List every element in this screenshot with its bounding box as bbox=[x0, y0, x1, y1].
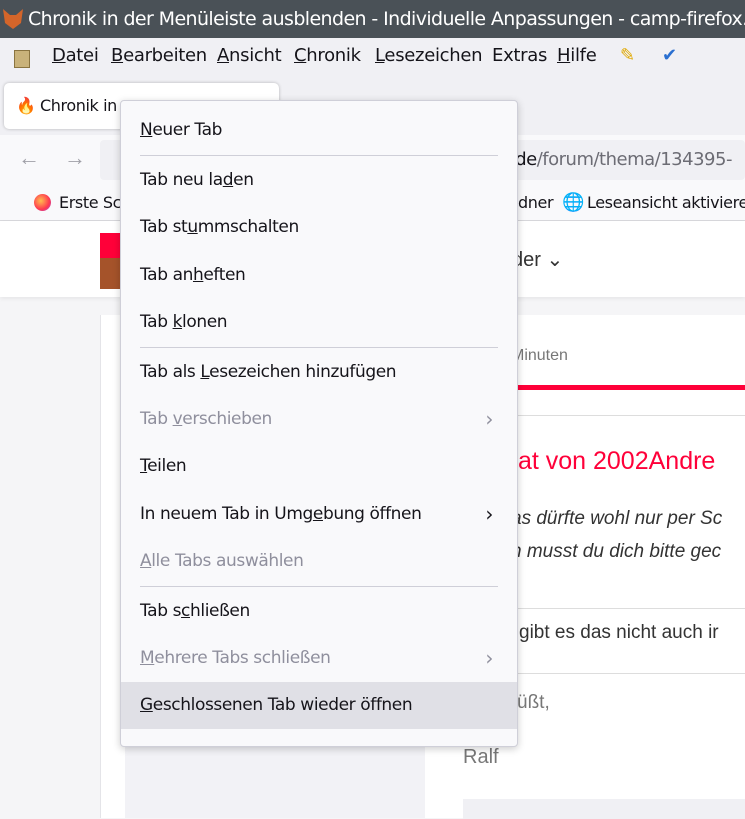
quote-title: tat von 2002Andre bbox=[511, 447, 716, 475]
globe-icon: 🌐 bbox=[562, 192, 585, 213]
menu-bar: Datei Bearbeiten Ansicht Chronik Lesezei… bbox=[0, 38, 745, 75]
menu-item-tab-anheften[interactable]: Tab anheften bbox=[121, 252, 517, 299]
bookmark-folder[interactable]: dner bbox=[518, 185, 554, 221]
tab-context-menu: Neuer Tab Tab neu laden Tab stummschalten T… bbox=[120, 100, 518, 747]
menu-item-label: Alle Tabs auswählen bbox=[140, 550, 304, 571]
menu-item-label: Tab neu laden bbox=[140, 170, 254, 191]
menu-item-label: Neuer Tab bbox=[140, 120, 222, 140]
menu-separator bbox=[140, 347, 498, 348]
menu-item-label: Mehrere Tabs schließen bbox=[140, 648, 331, 669]
menu-item-tab-neu-laden[interactable]: Tab neu laden bbox=[121, 157, 517, 204]
menu-item-tab-als-lesezeichen-hinzufügen[interactable]: Tab als Lesezeichen hinzufügen bbox=[121, 349, 517, 396]
w3c-validator-icon[interactable]: ✔ bbox=[662, 38, 677, 74]
menu-item-label: Tab stummschalten bbox=[140, 217, 299, 238]
menu-item-tab-verschieben: Tab verschieben › bbox=[121, 396, 517, 443]
menu-item-label: Tab verschieben bbox=[140, 409, 272, 430]
chevron-right-icon: › bbox=[485, 407, 493, 432]
bookmark-first[interactable]: Erste Sc bbox=[59, 185, 121, 221]
menu-item-alle-tabs-auswählen: Alle Tabs auswählen bbox=[121, 538, 517, 585]
accent-bar bbox=[511, 385, 745, 390]
menu-item-label: Tab als Lesezeichen hinzufügen bbox=[140, 362, 397, 382]
forward-icon[interactable]: → bbox=[64, 145, 86, 171]
menu-item-label: Geschlossenen Tab wieder öffnen bbox=[140, 695, 413, 716]
signature: Ralf bbox=[463, 746, 499, 768]
menu-chronik[interactable]: Chronik bbox=[294, 38, 361, 74]
menu-lesezeichen[interactable]: Lesezeichen bbox=[375, 38, 483, 74]
menu-bearbeiten[interactable]: Bearbeiten bbox=[111, 38, 207, 74]
menu-item-label: In neuem Tab in Umgebung öffnen bbox=[140, 503, 422, 524]
menu-item-label: Teilen bbox=[140, 456, 187, 477]
menu-item-label: Tab schließen bbox=[140, 601, 250, 621]
edit-icon[interactable]: ✎ bbox=[620, 38, 635, 74]
menu-separator bbox=[140, 586, 498, 587]
site-nav-item[interactable]: der ⌄ bbox=[512, 247, 563, 272]
greeting-text: üßt, bbox=[517, 692, 550, 713]
menu-item-in-neuem-tab-in-umgebung-öffnen[interactable]: In neuem Tab in Umgebung öffnen › bbox=[121, 491, 517, 538]
menu-item-geschlossenen-tab-wieder-öffnen[interactable]: Geschlossenen Tab wieder öffnen bbox=[121, 682, 517, 730]
post-time: Minuten bbox=[511, 347, 568, 364]
quote-line: n musst du dich bitte gec bbox=[511, 541, 722, 562]
reply-text: gibt es das nicht auch ir bbox=[519, 622, 719, 643]
quote-line: as dürfte wohl nur per Sc bbox=[511, 508, 723, 529]
menu-item-tab-schließen[interactable]: Tab schließen bbox=[121, 588, 517, 635]
menu-item-tab-stummschalten[interactable]: Tab stummschalten bbox=[121, 204, 517, 251]
window-title: Chronik in der Menüleiste ausblenden - I… bbox=[0, 0, 745, 38]
firefox-icon bbox=[34, 194, 51, 211]
menu-item-tab-klonen[interactable]: Tab klonen bbox=[121, 299, 517, 346]
menu-separator bbox=[140, 155, 498, 157]
menu-hilfe[interactable]: Hilfe bbox=[557, 38, 597, 74]
tab-title: Chronik in bbox=[40, 96, 117, 115]
menu-extras[interactable]: Extras bbox=[492, 38, 547, 74]
menu-datei[interactable]: Datei bbox=[52, 38, 99, 74]
menu-item-label: Tab anheften bbox=[140, 264, 246, 285]
menu-item-label: Tab klonen bbox=[140, 311, 228, 332]
menu-item-neuer-tab[interactable]: Neuer Tab bbox=[121, 107, 517, 154]
menu-ansicht[interactable]: Ansicht bbox=[217, 38, 282, 74]
url-path: /forum/thema/134395- bbox=[536, 149, 733, 170]
menu-item-mehrere-tabs-schließen: Mehrere Tabs schließen › bbox=[121, 635, 517, 682]
bookmark-reader[interactable]: Leseansicht aktivieren bbox=[587, 185, 745, 221]
chevron-right-icon: › bbox=[485, 646, 493, 671]
flame-icon: 🔥 bbox=[16, 96, 36, 115]
back-icon[interactable]: ← bbox=[18, 145, 40, 171]
site-logo-icon[interactable] bbox=[100, 233, 122, 289]
chevron-right-icon: › bbox=[485, 501, 493, 526]
zip-icon[interactable] bbox=[14, 50, 30, 68]
menu-item-teilen[interactable]: Teilen bbox=[121, 443, 517, 490]
